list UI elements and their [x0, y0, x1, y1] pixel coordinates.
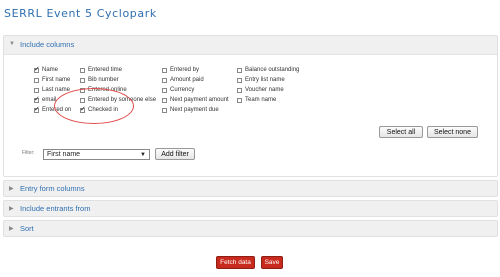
- checkbox[interactable]: [80, 67, 85, 73]
- checkbox-label: Team name: [245, 97, 277, 103]
- chevron-down-icon: ▼: [9, 41, 15, 47]
- sort-label: Sort: [20, 224, 34, 233]
- column-option[interactable]: email: [34, 95, 56, 103]
- checkbox-label: Next payment amount: [170, 97, 229, 103]
- checkbox[interactable]: [34, 77, 39, 83]
- checkbox-label: Name: [42, 67, 59, 73]
- filter-select[interactable]: First name ▼: [43, 149, 150, 160]
- column-option[interactable]: Entry list name: [237, 77, 285, 83]
- checkbox[interactable]: [34, 87, 39, 93]
- chevron-right-icon: ▶: [9, 206, 14, 212]
- checkbox-label: First name: [42, 77, 71, 83]
- chevron-right-icon: ▶: [9, 226, 14, 232]
- checkbox[interactable]: [162, 67, 167, 73]
- checkbox-label: Balance outstanding: [245, 67, 300, 73]
- checkbox-label: Amount paid: [170, 77, 204, 83]
- checkbox-label: Entered time: [88, 67, 123, 73]
- checkbox[interactable]: [237, 67, 242, 73]
- checkbox-label: Bib number: [88, 77, 119, 83]
- checkbox-label: Next payment due: [170, 107, 219, 113]
- checkbox[interactable]: [34, 95, 40, 103]
- chevron-right-icon: ▶: [9, 186, 14, 192]
- checkbox[interactable]: [162, 87, 167, 93]
- checkbox-label: Voucher name: [245, 87, 284, 93]
- include-columns-label: Include columns: [20, 40, 75, 49]
- include-columns-header[interactable]: ▼ Include columns: [4, 36, 497, 54]
- select-all-button[interactable]: Select all: [379, 126, 423, 138]
- column-option[interactable]: Currency: [162, 87, 194, 93]
- column-option[interactable]: Name: [34, 65, 59, 73]
- column-option[interactable]: Bib number: [80, 77, 119, 83]
- checkbox-label: Entered by: [170, 67, 200, 73]
- column-option[interactable]: Last name: [34, 87, 70, 93]
- page-title: SERRL Event 5 Cyclopark: [4, 7, 157, 20]
- sort-panel[interactable]: ▶ Sort: [3, 220, 498, 237]
- include-entrants-from-panel[interactable]: ▶ Include entrants from: [3, 200, 498, 217]
- entry-form-columns-label: Entry form columns: [20, 184, 85, 193]
- chevron-down-icon: ▼: [140, 152, 146, 158]
- column-option[interactable]: Next payment amount: [162, 97, 229, 103]
- checkbox[interactable]: [34, 65, 40, 73]
- checkbox[interactable]: [162, 107, 167, 113]
- include-entrants-from-label: Include entrants from: [20, 204, 91, 213]
- column-option[interactable]: Voucher name: [237, 87, 284, 93]
- checkbox[interactable]: [162, 97, 167, 103]
- column-option[interactable]: Entered time: [80, 67, 122, 73]
- save-button[interactable]: Save: [261, 256, 283, 269]
- checkbox[interactable]: [237, 77, 242, 83]
- column-option[interactable]: Amount paid: [162, 77, 204, 83]
- filter-selected-value: First name: [47, 151, 81, 158]
- column-option[interactable]: Entered by: [162, 67, 199, 73]
- add-filter-button[interactable]: Add filter: [155, 148, 195, 160]
- checkbox-label: Entry list name: [245, 77, 285, 83]
- column-option[interactable]: Next payment due: [162, 107, 219, 113]
- checkbox[interactable]: [237, 97, 242, 103]
- entry-form-columns-panel[interactable]: ▶ Entry form columns: [3, 180, 498, 197]
- fetch-data-button[interactable]: Fetch data: [216, 256, 255, 269]
- annotation-circle: [54, 88, 134, 124]
- column-option[interactable]: Balance outstanding: [237, 67, 299, 73]
- filter-label: Filter:: [22, 150, 35, 156]
- checkbox[interactable]: [237, 87, 242, 93]
- checkbox[interactable]: [162, 77, 167, 83]
- column-option[interactable]: First name: [34, 77, 70, 83]
- checkbox[interactable]: [34, 105, 40, 113]
- column-option[interactable]: Team name: [237, 97, 276, 103]
- checkbox-label: Currency: [170, 87, 195, 93]
- select-none-button[interactable]: Select none: [427, 126, 478, 138]
- checkbox[interactable]: [80, 77, 85, 83]
